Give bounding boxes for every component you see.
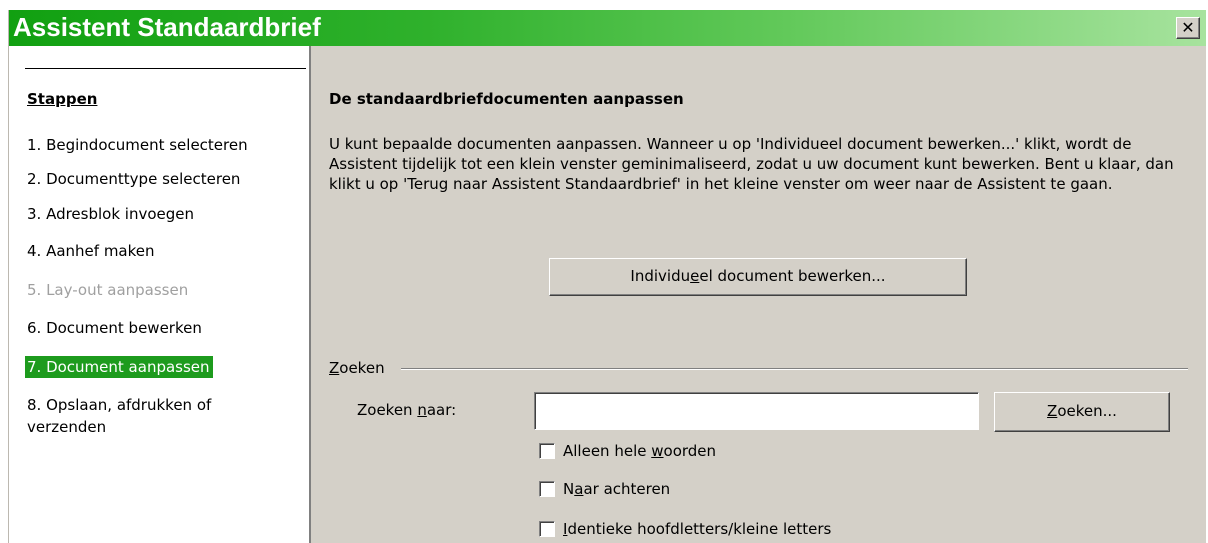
title-bar[interactable]: Assistent Standaardbrief ✕ (9, 10, 1206, 46)
search-input[interactable] (534, 392, 979, 430)
match-case-option[interactable]: Identieke hoofdletters/kleine letters (539, 520, 831, 538)
step-7-personalize-document[interactable]: 7. Document aanpassen (25, 356, 213, 378)
backwards-option[interactable]: Naar achteren (539, 480, 670, 498)
page-heading: De standaardbriefdocumenten aanpassen (329, 90, 684, 108)
edit-individual-document-button[interactable]: Individueel document bewerken... (549, 258, 967, 296)
sidebar-divider (25, 68, 306, 69)
step-3-address-block[interactable]: 3. Adresblok invoegen (27, 203, 194, 225)
step-2-document-type[interactable]: 2. Documenttype selecteren (27, 168, 240, 190)
steps-sidebar: Stappen 1. Begindocument selecteren 2. D… (9, 46, 311, 543)
match-case-checkbox[interactable] (539, 521, 555, 537)
step-4-salutation[interactable]: 4. Aanhef maken (27, 240, 155, 262)
mail-merge-wizard-window: Assistent Standaardbrief ✕ Stappen 1. Be… (8, 10, 1206, 543)
step-1-select-document[interactable]: 1. Begindocument selecteren (27, 134, 248, 156)
step-5-layout: 5. Lay-out aanpassen (27, 281, 189, 299)
find-group-divider (401, 368, 1188, 370)
find-group-label: Zoeken (329, 359, 385, 377)
step-6-edit-document[interactable]: 6. Document bewerken (27, 317, 202, 339)
find-label: Zoeken naar: (357, 401, 457, 419)
whole-words-checkbox[interactable] (539, 443, 555, 459)
window-title: Assistent Standaardbrief (13, 12, 321, 42)
close-button[interactable]: ✕ (1176, 17, 1200, 39)
step-8-save-print-send[interactable]: 8. Opslaan, afdrukken of verzenden (27, 394, 287, 438)
close-icon: ✕ (1181, 18, 1195, 37)
steps-heading: Stappen (27, 90, 98, 108)
backwards-checkbox[interactable] (539, 481, 555, 497)
description-text: U kunt bepaalde documenten aanpassen. Wa… (329, 135, 1174, 193)
main-panel: De standaardbriefdocumenten aanpassen U … (311, 46, 1206, 543)
whole-words-option[interactable]: Alleen hele woorden (539, 442, 716, 460)
find-button[interactable]: Zoeken... (994, 392, 1170, 432)
